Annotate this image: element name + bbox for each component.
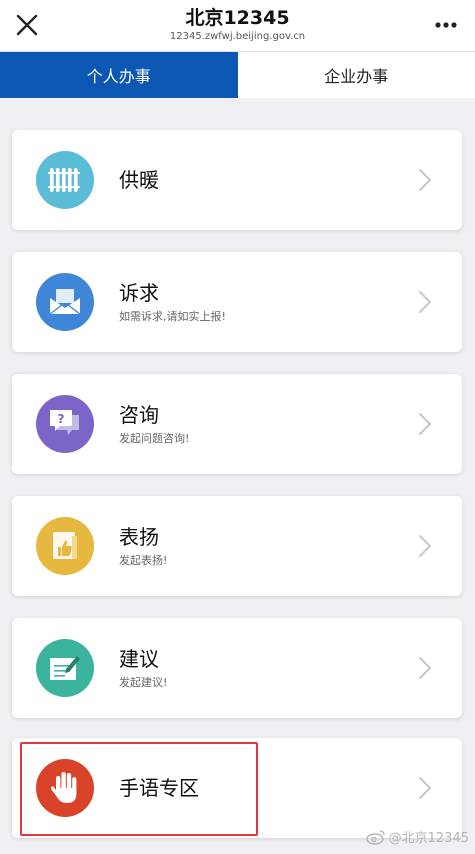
item-description: 发起问题咨询!: [119, 432, 190, 445]
item-text: 诉求 如需诉求,请如实上报!: [119, 252, 226, 352]
item-label: 供暖: [119, 168, 159, 192]
chevron-right-icon: [419, 169, 432, 191]
pencil-note-icon: [36, 639, 94, 697]
thumbs-up-icon: [36, 517, 94, 575]
item-label: 手语专区: [119, 776, 199, 800]
item-description: 发起表扬!: [119, 554, 168, 567]
question-chat-icon: ?: [36, 395, 94, 453]
service-item-heating[interactable]: 供暖: [12, 130, 462, 230]
title-block: 北京12345 12345.zwfwj.beijing.gov.cn: [0, 6, 475, 44]
item-label: 咨询: [119, 403, 159, 427]
watermark-text: @北京12345: [388, 831, 469, 846]
chevron-right-icon: [419, 535, 432, 557]
item-text: 咨询 发起问题咨询!: [119, 374, 189, 474]
service-item-consult[interactable]: ? 咨询 发起问题咨询!: [12, 374, 462, 474]
service-item-appeal[interactable]: 诉求 如需诉求,请如实上报!: [12, 252, 462, 352]
service-item-suggestion[interactable]: 建议 发起建议!: [12, 618, 462, 718]
item-description: 如需诉求,请如实上报!: [119, 310, 226, 323]
item-text: 手语专区: [119, 738, 199, 838]
chevron-right-icon: [419, 777, 432, 799]
tab-bar: 个人办事 企业办事: [0, 52, 475, 98]
chevron-right-icon: [419, 291, 432, 313]
service-item-sign-language[interactable]: 手语专区: [12, 738, 462, 838]
weibo-icon: [365, 829, 385, 845]
top-bar: 北京12345 12345.zwfwj.beijing.gov.cn: [0, 0, 475, 52]
page-url: 12345.zwfwj.beijing.gov.cn: [169, 31, 306, 42]
tab-personal[interactable]: 个人办事: [0, 52, 238, 98]
item-label: 表扬: [119, 525, 159, 549]
chevron-right-icon: [419, 657, 432, 679]
tab-enterprise[interactable]: 企业办事: [237, 52, 475, 98]
page-title: 北京12345: [185, 7, 290, 29]
chevron-right-icon: [419, 413, 432, 435]
svg-text:?: ?: [58, 412, 65, 426]
mail-icon: [36, 273, 94, 331]
item-description: 发起建议!: [119, 676, 168, 689]
service-item-praise[interactable]: 表扬 发起表扬!: [12, 496, 462, 596]
item-label: 诉求: [119, 281, 159, 305]
radiator-icon: [36, 151, 94, 209]
watermark: @北京12345: [365, 827, 469, 846]
more-dots-icon[interactable]: [431, 12, 461, 38]
hand-icon: [36, 759, 94, 817]
item-text: 供暖: [119, 130, 159, 230]
item-text: 表扬 发起表扬!: [119, 496, 167, 596]
item-text: 建议 发起建议!: [119, 618, 167, 718]
item-label: 建议: [119, 647, 159, 671]
